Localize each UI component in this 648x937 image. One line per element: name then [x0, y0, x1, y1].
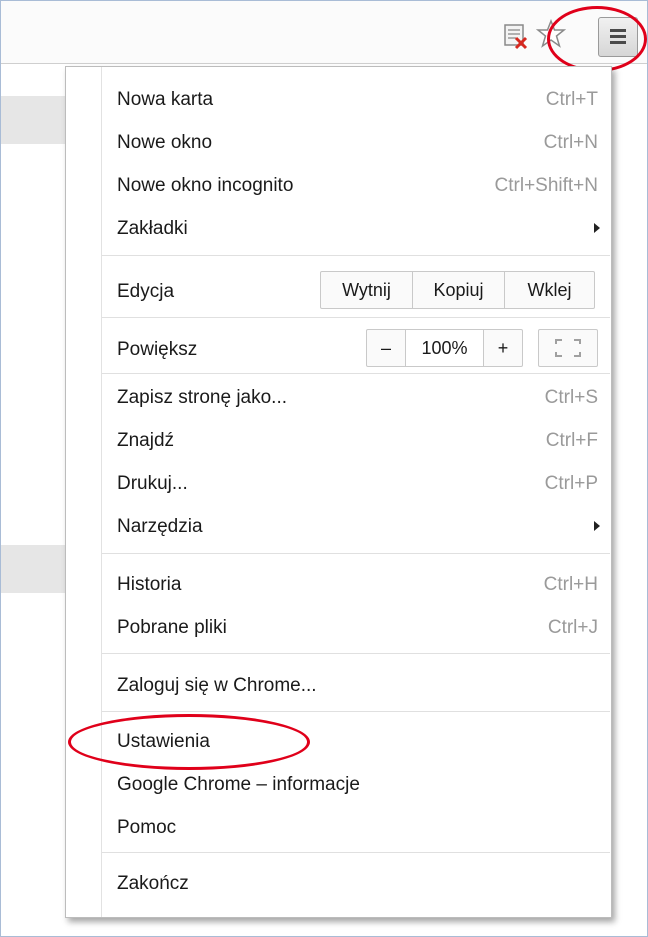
menu-item-settings[interactable]: Ustawienia [102, 721, 610, 761]
menu-item-new-window[interactable]: Nowe okno Ctrl+N [102, 122, 610, 162]
menu-item-shortcut: Ctrl+P [544, 473, 598, 494]
zoom-button-group: – 100% + [366, 329, 523, 367]
menu-row-edit: Edycja Wytnij Kopiuj Wklej [102, 263, 610, 317]
menu-item-about[interactable]: Google Chrome – informacje [102, 764, 610, 804]
menu-item-tools[interactable]: Narzędzia [102, 506, 610, 546]
zoom-in-button[interactable]: + [483, 330, 522, 366]
menu-item-shortcut: Ctrl+Shift+N [494, 175, 598, 196]
menu-item-bookmarks[interactable]: Zakładki [102, 208, 610, 248]
paste-button[interactable]: Wklej [504, 272, 594, 308]
zoom-value: 100% [405, 330, 483, 366]
menu-item-label: Edycja [117, 281, 175, 302]
menu-item-history[interactable]: Historia Ctrl+H [102, 564, 610, 604]
menu-item-label: Zapisz stronę jako... [117, 387, 288, 408]
menu-item-incognito[interactable]: Nowe okno incognito Ctrl+Shift+N [102, 165, 610, 205]
menu-item-label: Nowa karta [117, 89, 214, 110]
edit-button-group: Wytnij Kopiuj Wklej [320, 271, 595, 309]
menu-item-save-page[interactable]: Zapisz stronę jako... Ctrl+S [102, 377, 610, 417]
menu-row-zoom: Powiększ – 100% + [102, 319, 610, 373]
menu-item-label: Nowe okno [117, 132, 213, 153]
fullscreen-button[interactable] [538, 329, 598, 367]
menu-separator [102, 653, 610, 654]
menu-item-shortcut: Ctrl+T [545, 89, 598, 110]
menu-separator [102, 317, 610, 318]
fullscreen-icon [555, 339, 581, 357]
copy-button[interactable]: Kopiuj [412, 272, 504, 308]
menu-item-sign-in[interactable]: Zaloguj się w Chrome... [102, 665, 610, 705]
menu-item-exit[interactable]: Zakończ [102, 863, 610, 903]
page-cancel-icon[interactable] [500, 21, 530, 51]
chrome-menu: Nowa karta Ctrl+T Nowe okno Ctrl+N Nowe … [65, 66, 612, 918]
hamburger-menu-icon [610, 29, 626, 32]
menu-separator [102, 711, 610, 712]
menu-item-label: Powiększ [117, 339, 198, 360]
page-background-strip [1, 96, 65, 144]
menu-item-label: Google Chrome – informacje [117, 774, 360, 795]
star-bookmark-icon[interactable] [536, 19, 566, 49]
menu-item-label: Nowe okno incognito [117, 175, 294, 196]
menu-separator [102, 553, 610, 554]
menu-item-label: Pomoc [117, 817, 177, 838]
menu-separator [102, 852, 610, 853]
menu-item-new-tab[interactable]: Nowa karta Ctrl+T [102, 79, 610, 119]
hamburger-bar [610, 41, 626, 44]
menu-item-shortcut: Ctrl+N [543, 132, 598, 153]
browser-toolbar [1, 1, 647, 64]
menu-item-downloads[interactable]: Pobrane pliki Ctrl+J [102, 607, 610, 647]
menu-separator [102, 373, 610, 374]
menu-item-shortcut: Ctrl+J [547, 617, 598, 638]
menu-item-shortcut: Ctrl+H [543, 574, 598, 595]
menu-item-label: Zaloguj się w Chrome... [117, 675, 317, 696]
menu-item-label: Pobrane pliki [117, 617, 227, 638]
menu-item-label: Ustawienia [117, 731, 210, 752]
hamburger-bar [610, 35, 626, 38]
menu-item-shortcut: Ctrl+S [544, 387, 598, 408]
menu-item-label: Historia [117, 574, 182, 595]
zoom-out-button[interactable]: – [367, 330, 405, 366]
menu-item-label: Znajdź [117, 430, 175, 451]
submenu-arrow-icon [594, 521, 600, 531]
menu-item-label: Zakończ [117, 873, 189, 894]
menu-item-label: Drukuj... [117, 473, 188, 494]
menu-separator [102, 255, 610, 256]
menu-item-label: Narzędzia [117, 516, 203, 537]
menu-item-print[interactable]: Drukuj... Ctrl+P [102, 463, 610, 503]
chrome-menu-button[interactable] [598, 17, 638, 57]
submenu-arrow-icon [594, 223, 600, 233]
cut-button[interactable]: Wytnij [321, 272, 412, 308]
menu-item-label: Zakładki [117, 218, 188, 239]
page-background-strip [1, 545, 65, 593]
menu-item-help[interactable]: Pomoc [102, 807, 610, 847]
menu-item-shortcut: Ctrl+F [545, 430, 598, 451]
menu-item-find[interactable]: Znajdź Ctrl+F [102, 420, 610, 460]
